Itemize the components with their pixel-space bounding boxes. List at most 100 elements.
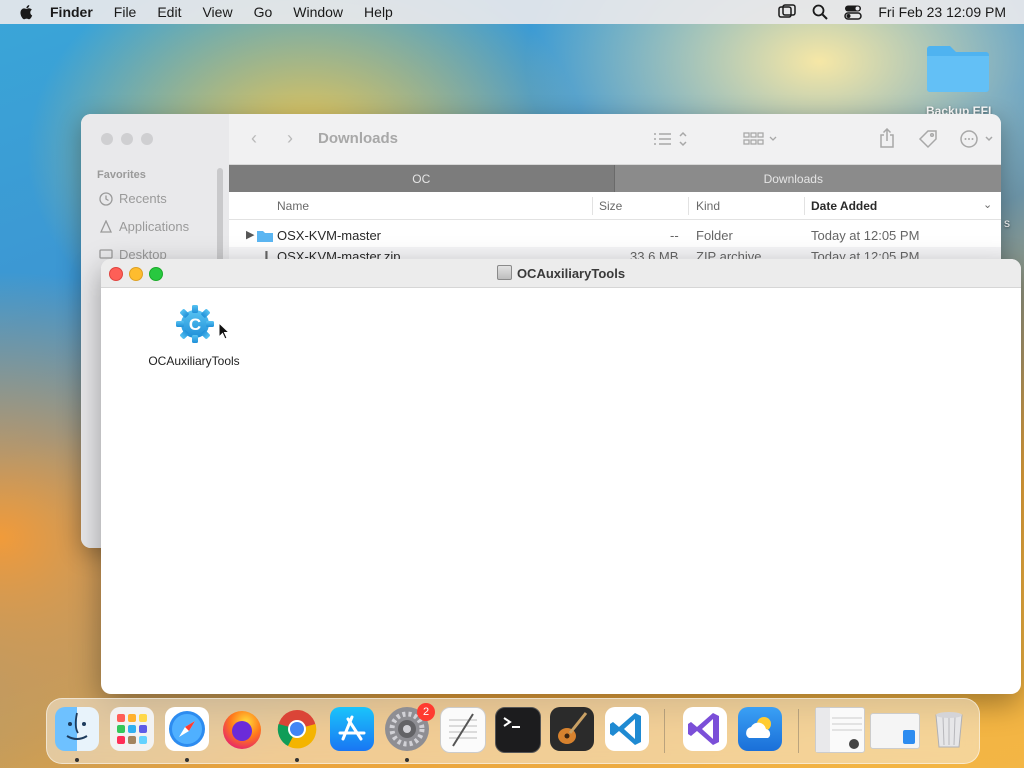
window-title-wrap: OCAuxiliaryTools [101,265,1021,281]
window-thumbnail-icon [903,730,915,744]
apple-logo-icon[interactable] [18,3,36,21]
running-indicator [185,758,189,762]
chevron-down-icon[interactable]: ⌄ [983,198,992,211]
dock-system-settings[interactable]: 2 [385,703,435,751]
column-date-added[interactable]: Date Added [811,199,877,213]
running-indicator [75,758,79,762]
dock-divider [798,709,799,753]
column-size[interactable]: Size [599,199,622,213]
menu-window[interactable]: Window [293,4,343,20]
close-button[interactable] [101,133,113,145]
clock-icon [99,191,113,206]
dock-app-store[interactable] [330,707,374,751]
dock-cloud-app[interactable] [738,707,782,751]
svg-text:C: C [189,315,201,334]
desktop-folder[interactable]: Backup EFI [926,40,992,118]
firefox-icon [223,711,261,749]
control-center-icon[interactable] [844,4,863,20]
menu-edit[interactable]: Edit [157,4,181,20]
window-thumbnail-icon [816,708,862,752]
file-date: Today at 12:05 PM [811,228,920,243]
dock-minimized-window[interactable] [870,713,920,749]
window-title: OCAuxiliaryTools [516,266,626,281]
list-view-icon[interactable] [653,131,689,147]
dock-textedit[interactable] [440,707,486,753]
dock-garageband[interactable] [550,707,594,751]
dock-terminal[interactable] [495,707,541,753]
more-actions-icon[interactable] [960,130,996,148]
dock: 2 [46,698,980,764]
desktop-edge-text: s [1004,216,1010,230]
menu-view[interactable]: View [202,4,232,20]
sidebar-item-label: Recents [119,191,167,206]
back-arrow-icon[interactable]: ‹ [251,128,257,149]
file-name: OSX-KVM-master [277,228,382,243]
dock-safari[interactable] [165,707,209,751]
running-indicator [295,758,299,762]
dock-vscode[interactable] [605,707,649,751]
search-icon[interactable] [812,4,829,20]
launchpad-icon [117,714,147,744]
dock-visual-studio[interactable] [683,707,727,751]
minimize-button[interactable] [121,133,133,145]
disk-image-icon [496,265,512,280]
menu-app-name[interactable]: Finder [50,4,93,20]
disclosure-triangle-icon[interactable]: ▶ [246,228,254,241]
finder-icon [66,712,88,740]
dock-firefox[interactable] [220,707,264,751]
column-divider [688,197,689,215]
column-kind[interactable]: Kind [696,199,720,213]
notification-badge: 2 [417,703,435,721]
sidebar-item-recents[interactable]: Recents [99,191,167,206]
tag-icon[interactable] [918,129,938,149]
dock-finder[interactable] [55,707,99,751]
applications-icon [99,219,113,233]
table-row[interactable]: ▶ OSX-KVM-master -- Folder Today at 12:0… [229,226,1001,246]
dock-chrome[interactable] [275,707,319,751]
menubar-clock[interactable]: Fri Feb 23 12:09 PM [878,4,1006,20]
vscode-icon [610,713,641,745]
sidebar-item-label: Applications [119,219,190,234]
window-titlebar[interactable]: OCAuxiliaryTools [101,259,1021,288]
column-name[interactable]: Name [277,199,309,213]
dock-minimized-finder-window[interactable] [815,707,865,753]
tab-oc[interactable]: OC [229,165,615,192]
dock-trash[interactable] [927,707,971,751]
window-controls [101,133,153,145]
tab-add[interactable] [972,165,1001,192]
column-divider [804,197,805,215]
tab-downloads[interactable]: Downloads [614,165,973,192]
folder-icon [257,231,273,242]
column-headers: Name Size Kind Date Added ⌄ [229,193,1001,220]
share-icon[interactable] [879,128,895,148]
finder-window-ocauxiliarytools[interactable]: OCAuxiliaryTools C OCAuxiliaryTools [101,259,1021,694]
dock-launchpad[interactable] [110,707,154,751]
file-size: -- [670,228,679,243]
path-tabs: OC Downloads [229,165,1001,192]
file-kind: Folder [696,228,733,243]
visual-studio-icon [688,713,719,745]
screen-mirroring-icon[interactable] [778,4,797,20]
sidebar-item-applications[interactable]: Applications [99,219,189,234]
window-title: Downloads [318,130,399,147]
cloud-icon [746,717,771,738]
dock-divider [664,709,665,753]
textedit-icon [449,713,477,747]
group-by-icon[interactable] [743,131,779,147]
finder-toolbar: ‹ › Downloads [229,114,1001,165]
menu-help[interactable]: Help [364,4,393,20]
app-store-icon [338,715,366,741]
menu-file[interactable]: File [114,4,137,20]
safari-icon [169,711,205,747]
mouse-pointer-icon [218,322,230,340]
forward-arrow-icon[interactable]: › [287,128,293,149]
menu-go[interactable]: Go [254,4,273,20]
ocauxiliarytools-app-icon[interactable]: C [175,304,215,344]
zoom-button[interactable] [141,133,153,145]
sidebar-heading: Favorites [97,169,146,181]
item-label: OCAuxiliaryTools [148,354,240,368]
terminal-icon [503,717,520,728]
guitar-icon [558,712,588,744]
column-divider [592,197,593,215]
trash-icon [935,712,963,748]
